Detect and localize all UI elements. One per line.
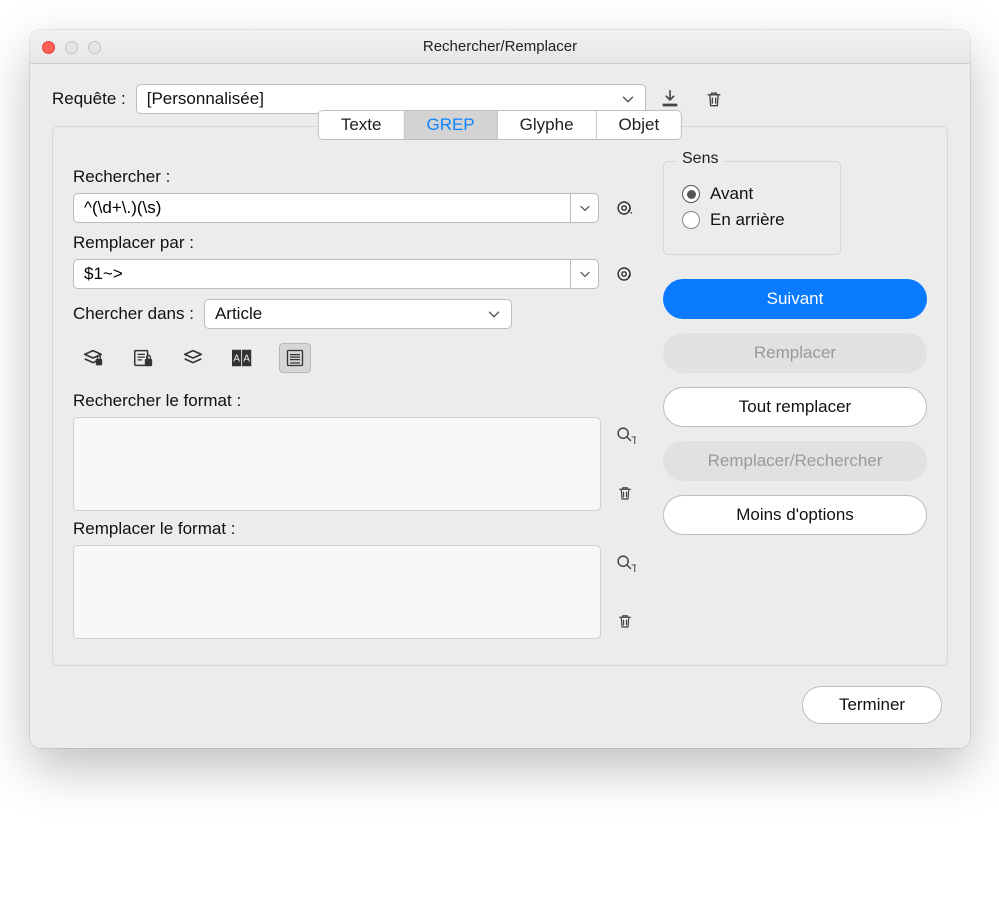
svg-text:T: T xyxy=(631,435,636,446)
search-in-select[interactable]: Article xyxy=(204,299,512,329)
tab-object[interactable]: Objet xyxy=(597,111,682,139)
minimize-window-button[interactable] xyxy=(65,41,78,54)
direction-title: Sens xyxy=(676,150,724,168)
replace-find-button[interactable]: Remplacer/Rechercher xyxy=(663,441,927,481)
include-footnotes-toggle[interactable] xyxy=(279,343,311,373)
window-title: Rechercher/Remplacer xyxy=(423,38,577,55)
less-options-button[interactable]: Moins d'options xyxy=(663,495,927,535)
delete-query-button[interactable] xyxy=(700,85,728,113)
direction-group: Sens Avant En arrière xyxy=(663,161,841,255)
main-group: Texte GREP Glyphe Objet Rechercher : xyxy=(52,126,948,666)
replace-format-area[interactable] xyxy=(73,545,601,639)
done-button[interactable]: Terminer xyxy=(802,686,942,724)
find-format-label: Rechercher le format : xyxy=(73,391,639,411)
replace-input[interactable] xyxy=(74,260,570,288)
specify-replace-format-button[interactable]: T xyxy=(611,549,639,577)
svg-text:A: A xyxy=(233,354,240,365)
query-label: Requête : xyxy=(52,89,126,109)
close-window-button[interactable] xyxy=(42,41,55,54)
chevron-down-icon xyxy=(485,305,503,323)
find-label: Rechercher : xyxy=(73,167,639,187)
direction-backward-label: En arrière xyxy=(710,210,785,230)
specify-find-format-button[interactable]: T xyxy=(611,421,639,449)
direction-forward-radio[interactable]: Avant xyxy=(682,184,822,204)
replace-all-button[interactable]: Tout remplacer xyxy=(663,387,927,427)
svg-text:T: T xyxy=(631,563,636,574)
tab-glyph[interactable]: Glyphe xyxy=(498,111,597,139)
replace-label: Remplacer par : xyxy=(73,233,639,253)
chevron-down-icon xyxy=(619,90,637,108)
find-input-wrapper xyxy=(73,193,599,223)
traffic-lights xyxy=(42,30,101,64)
replace-format-label: Remplacer le format : xyxy=(73,519,639,539)
maximize-window-button[interactable] xyxy=(88,41,101,54)
radio-checked-icon xyxy=(682,185,700,203)
save-query-button[interactable] xyxy=(656,85,684,113)
replace-button[interactable]: Remplacer xyxy=(663,333,927,373)
replace-input-wrapper xyxy=(73,259,599,289)
replace-special-characters-button[interactable] xyxy=(611,260,639,288)
tab-text[interactable]: Texte xyxy=(319,111,405,139)
replace-history-dropdown[interactable] xyxy=(570,260,598,288)
find-format-area[interactable] xyxy=(73,417,601,511)
clear-find-format-button[interactable] xyxy=(611,479,639,507)
include-hidden-layers-toggle[interactable] xyxy=(179,344,207,372)
direction-backward-radio[interactable]: En arrière xyxy=(682,210,822,230)
find-history-dropdown[interactable] xyxy=(570,194,598,222)
include-locked-layers-toggle[interactable] xyxy=(79,344,107,372)
search-in-value: Article xyxy=(215,304,262,324)
clear-replace-format-button[interactable] xyxy=(611,607,639,635)
radio-unchecked-icon xyxy=(682,211,700,229)
tab-grep[interactable]: GREP xyxy=(404,111,497,139)
tabs: Texte GREP Glyphe Objet xyxy=(318,110,682,140)
titlebar: Rechercher/Remplacer xyxy=(30,30,970,64)
svg-text:A: A xyxy=(243,354,250,365)
find-input[interactable] xyxy=(74,194,570,222)
search-in-label: Chercher dans : xyxy=(73,304,194,324)
find-special-characters-button[interactable] xyxy=(611,194,639,222)
find-next-button[interactable]: Suivant xyxy=(663,279,927,319)
include-locked-stories-toggle[interactable] xyxy=(129,344,157,372)
query-select-value: [Personnalisée] xyxy=(147,89,264,109)
include-master-pages-toggle[interactable]: AA xyxy=(229,344,257,372)
direction-forward-label: Avant xyxy=(710,184,753,204)
find-replace-window: Rechercher/Remplacer Requête : [Personna… xyxy=(30,30,970,748)
